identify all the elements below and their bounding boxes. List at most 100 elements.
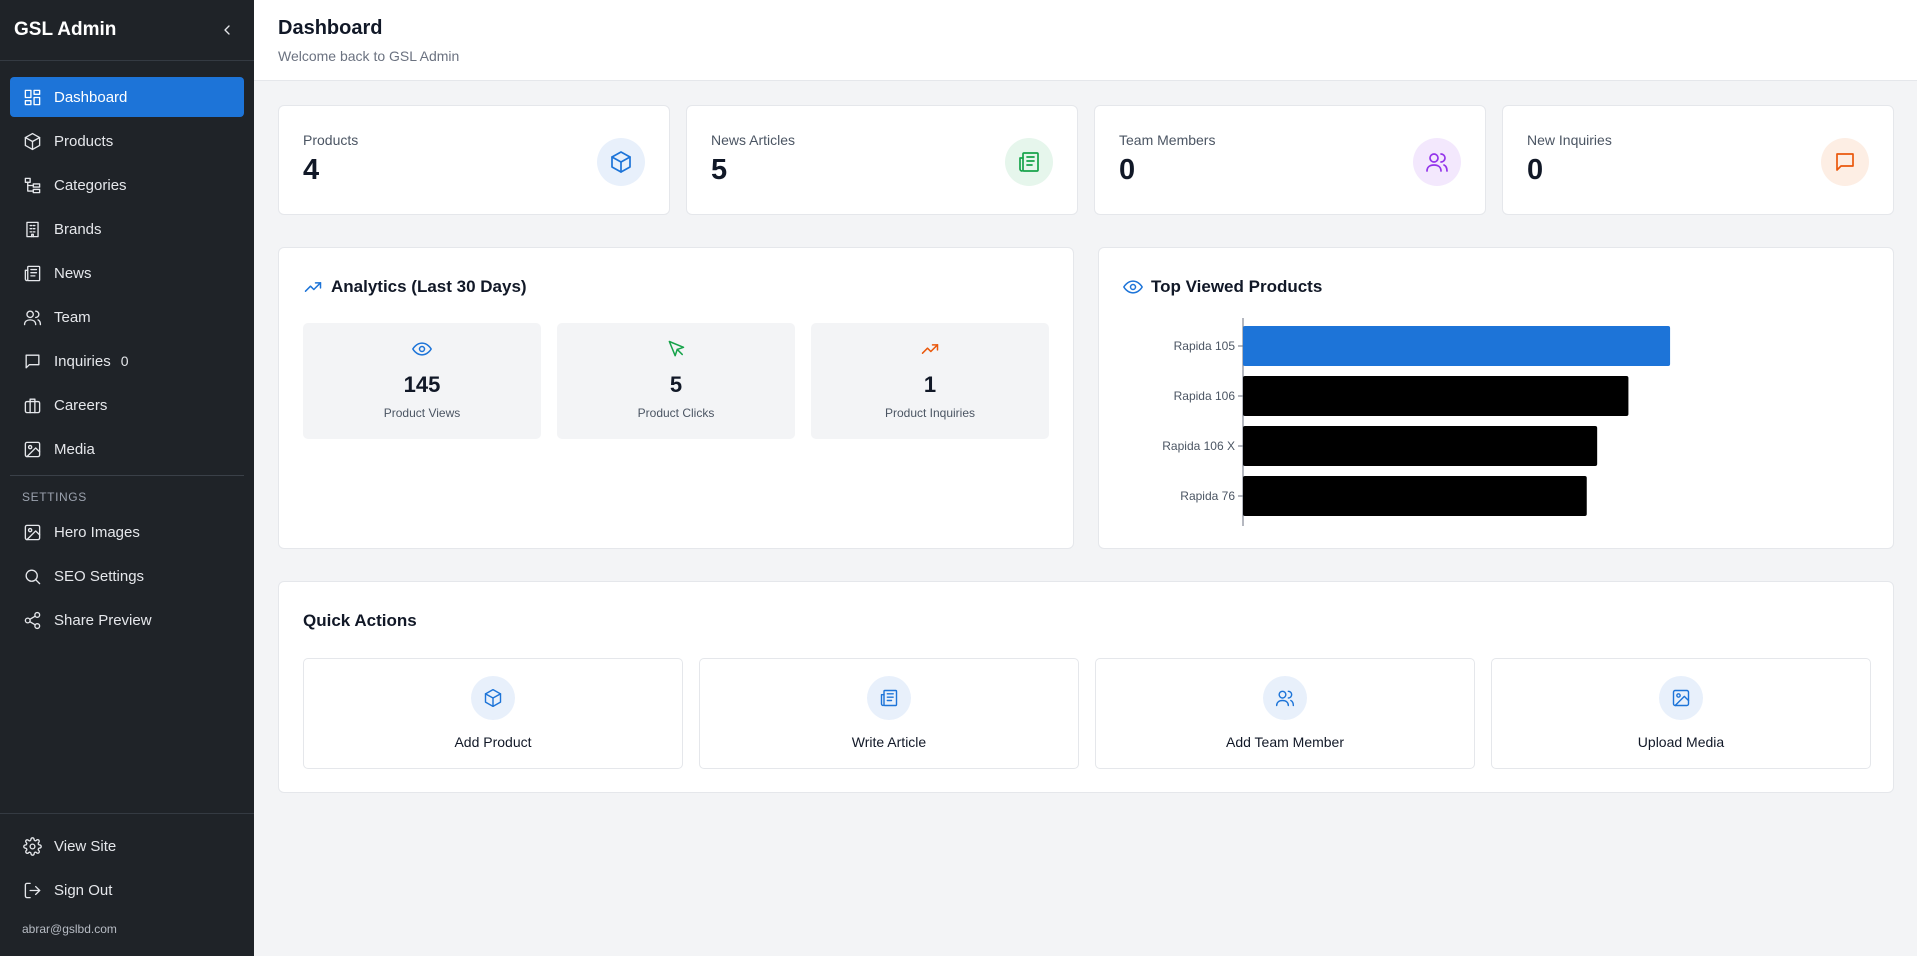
trending-up-icon	[304, 282, 322, 292]
box-icon	[22, 131, 42, 151]
message-icon	[22, 351, 42, 371]
write-article-button[interactable]: Write Article	[699, 658, 1079, 769]
inquiries-count-badge: 0	[120, 353, 129, 369]
sidebar-item-team[interactable]: Team	[10, 297, 244, 337]
newspaper-icon	[1005, 138, 1053, 186]
chart-bar	[1243, 326, 1671, 366]
sidebar-item-label: Dashboard	[54, 88, 128, 106]
sidebar-item-careers[interactable]: Careers	[10, 385, 244, 425]
metric-product-inquiries: 1 Product Inquiries	[811, 323, 1049, 439]
metric-label: Product Views	[383, 406, 461, 420]
box-icon	[597, 138, 645, 186]
page-header: Dashboard Welcome back to GSL Admin	[254, 0, 1917, 81]
upload-media-button[interactable]: Upload Media	[1491, 658, 1871, 769]
sidebar-item-label: Hero Images	[54, 523, 140, 541]
collapse-sidebar-button[interactable]	[214, 17, 240, 43]
trending-up-icon	[921, 344, 939, 354]
top-viewed-title: Top Viewed Products	[1123, 277, 1322, 297]
main-nav: Dashboard Products Categories Brands New…	[0, 61, 254, 640]
sidebar-item-brands[interactable]: Brands	[10, 209, 244, 249]
sidebar-item-news[interactable]: News	[10, 253, 244, 293]
sidebar-item-hero-images[interactable]: Hero Images	[10, 512, 244, 552]
briefcase-icon	[22, 395, 42, 415]
user-email: abrar@gslbd.com	[22, 922, 117, 936]
chart-bar	[1243, 376, 1629, 416]
sidebar-item-label: News	[54, 264, 92, 282]
sidebar-item-inquiries[interactable]: Inquiries 0	[10, 341, 244, 381]
message-icon	[1821, 138, 1869, 186]
image-icon	[22, 439, 42, 459]
building-icon	[22, 219, 42, 239]
top-viewed-title-text: Top Viewed Products	[1151, 277, 1323, 296]
metric-label: Product Inquiries	[884, 406, 976, 420]
action-label: Add Product	[454, 734, 532, 750]
sidebar-item-products[interactable]: Products	[10, 121, 244, 161]
users-icon	[22, 307, 42, 327]
nav-divider	[10, 475, 244, 476]
action-label: Write Article	[851, 734, 927, 750]
chart-bar	[1243, 476, 1587, 516]
stat-card-news-articles: News Articles 5	[686, 105, 1078, 215]
metric-product-clicks: 5 Product Clicks	[557, 323, 795, 439]
sidebar-item-dashboard[interactable]: Dashboard	[10, 77, 244, 117]
cursor-icon	[668, 340, 685, 357]
chevron-left-icon	[224, 25, 230, 35]
stat-card-products: Products 4	[278, 105, 670, 215]
sidebar-item-label: Categories	[54, 176, 127, 194]
eye-icon	[412, 342, 432, 356]
folder-tree-icon	[22, 175, 42, 195]
sidebar-item-label: Team	[54, 308, 91, 326]
chart-tick-label: Rapida 105	[1174, 339, 1236, 353]
view-site-link[interactable]: View Site	[10, 826, 244, 866]
box-icon	[471, 676, 515, 720]
quick-actions-title: Quick Actions	[303, 611, 417, 630]
dashboard-icon	[22, 87, 42, 107]
sidebar-item-categories[interactable]: Categories	[10, 165, 244, 205]
analytics-title: Analytics (Last 30 Days)	[303, 277, 527, 297]
sidebar-item-label: Share Preview	[54, 611, 152, 629]
action-label: Upload Media	[1637, 734, 1725, 750]
stat-card-new-inquiries: New Inquiries 0	[1502, 105, 1894, 215]
sidebar-item-label: Products	[54, 132, 114, 150]
newspaper-icon	[22, 263, 42, 283]
metric-product-views: 145 Product Views	[303, 323, 541, 439]
sidebar-item-seo-settings[interactable]: SEO Settings	[10, 556, 244, 596]
page-subtitle: Welcome back to GSL Admin	[278, 48, 460, 64]
stat-label: News Articles	[711, 132, 796, 148]
sign-out-icon	[22, 880, 42, 900]
image-icon	[22, 522, 42, 542]
top-viewed-bar-chart: Rapida 105 Rapida 106 Rapida 106 X Rapida 7…	[1162, 318, 1671, 526]
add-team-member-button[interactable]: Add Team Member	[1095, 658, 1475, 769]
sidebar-item-label: SEO Settings	[54, 567, 145, 585]
chart-tick-label: Rapida 76	[1180, 489, 1235, 503]
eye-icon	[1123, 280, 1143, 294]
gear-icon	[22, 836, 42, 856]
sidebar-item-share-preview[interactable]: Share Preview	[10, 600, 244, 640]
stat-label: New Inquiries	[1527, 132, 1612, 148]
stat-value: 5	[711, 154, 728, 186]
sidebar-header: GSL Admin	[0, 0, 254, 61]
sidebar-item-media[interactable]: Media	[10, 429, 244, 469]
analytics-title-text: Analytics (Last 30 Days)	[331, 277, 527, 296]
sign-out-button[interactable]: Sign Out	[10, 870, 244, 910]
chart-tick-label: Rapida 106 X	[1162, 439, 1235, 453]
search-icon	[22, 566, 42, 586]
app-title: GSL Admin	[14, 19, 117, 40]
stat-card-team-members: Team Members 0	[1094, 105, 1486, 215]
quick-actions-panel: Quick Actions Add Product Write Article …	[278, 581, 1894, 793]
sidebar-item-label: Inquiries	[54, 352, 111, 370]
action-label: Add Team Member	[1225, 734, 1344, 750]
users-icon	[1263, 676, 1307, 720]
sidebar-item-label: Media	[54, 440, 95, 458]
stat-label: Team Members	[1119, 132, 1216, 148]
analytics-panel: Analytics (Last 30 Days) 145 Product Vie…	[278, 247, 1074, 549]
newspaper-icon	[867, 676, 911, 720]
sidebar-item-label: View Site	[54, 837, 117, 855]
stat-value: 0	[1527, 154, 1544, 186]
users-icon	[1413, 138, 1461, 186]
add-product-button[interactable]: Add Product	[303, 658, 683, 769]
chart-tick-label: Rapida 106	[1174, 389, 1236, 403]
sidebar-item-label: Sign Out	[54, 881, 113, 899]
stat-value: 4	[303, 154, 320, 186]
sidebar: GSL Admin Dashboard Products Categories …	[0, 0, 254, 956]
